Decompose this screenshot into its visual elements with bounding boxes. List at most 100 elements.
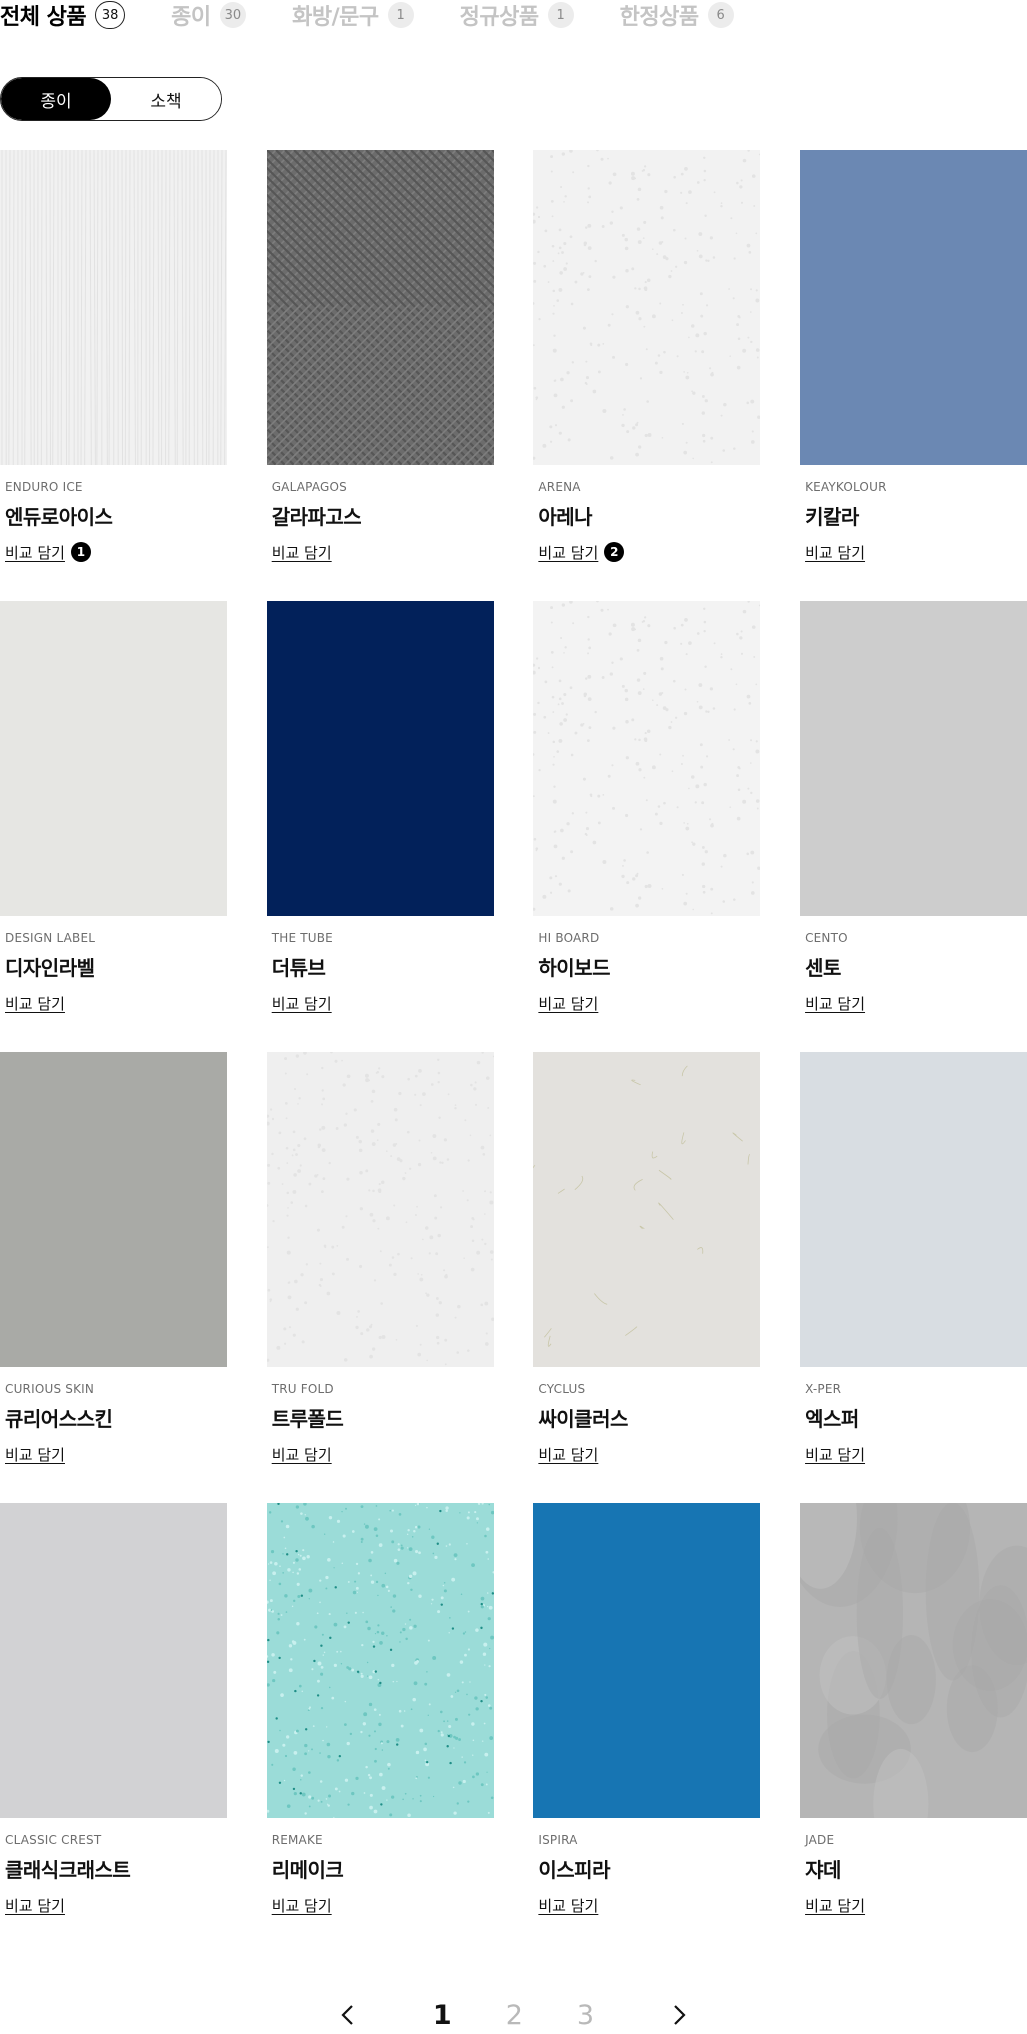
- add-to-compare-link[interactable]: 비교 담기: [5, 993, 65, 1014]
- product-card[interactable]: ARENA 아레나비교 담기 2: [533, 150, 761, 601]
- compare-row: 비교 담기: [0, 992, 227, 1014]
- product-swatch-image[interactable]: [0, 1052, 227, 1367]
- compare-row: 비교 담기: [533, 1443, 760, 1465]
- toggle-booklet-button[interactable]: 소책: [111, 78, 221, 120]
- product-card[interactable]: TRU FOLD 트루폴드 비교 담기: [266, 1052, 494, 1503]
- pagination: 1 2 3: [0, 1995, 1027, 2034]
- add-to-compare-link[interactable]: 비교 담기: [538, 993, 598, 1014]
- compare-row: 비교 담기: [267, 992, 494, 1014]
- product-card[interactable]: CURIOUS SKIN 큐리어스스킨비교 담기: [0, 1052, 227, 1503]
- product-name-ko[interactable]: 큐리어스스킨: [0, 1403, 227, 1431]
- toggle-paper-button[interactable]: 종이: [1, 78, 111, 120]
- add-to-compare-link[interactable]: 비교 담기: [5, 1444, 65, 1465]
- product-card[interactable]: GALAPAGOS 갈라파고스비교 담기: [266, 150, 494, 601]
- add-to-compare-link[interactable]: 비교 담기: [272, 542, 332, 563]
- page-number-3[interactable]: 3: [577, 2000, 594, 2031]
- product-name-en: JADE: [805, 1833, 835, 1847]
- tab-limited-products[interactable]: 한정상품 6: [620, 0, 734, 31]
- product-swatch-image[interactable]: [800, 601, 1027, 916]
- product-name-ko[interactable]: 갈라파고스: [267, 501, 494, 529]
- tab-all-products[interactable]: 전체 상품 38: [0, 0, 126, 31]
- product-name-en: CURIOUS SKIN: [5, 1382, 95, 1396]
- add-to-compare-link[interactable]: 비교 담기: [272, 993, 332, 1014]
- product-name-ko[interactable]: 클래식크래스트: [0, 1854, 227, 1882]
- product-name-ko[interactable]: 트루폴드: [267, 1403, 494, 1431]
- add-to-compare-link[interactable]: 비교 담기: [805, 1444, 865, 1465]
- tab-art-stationery[interactable]: 화방/문구 1: [292, 0, 414, 31]
- tab-regular-products[interactable]: 정규상품 1: [460, 0, 574, 31]
- product-card[interactable]: JADE 쟈데비교 담기: [800, 1503, 1027, 1954]
- product-swatch-image[interactable]: [266, 601, 494, 916]
- add-to-compare-link[interactable]: 비교 담기: [538, 1895, 598, 1916]
- product-name-ko[interactable]: 싸이클러스: [533, 1403, 760, 1431]
- product-card[interactable]: DESIGN LABEL 디자인라벨 비교 담기: [0, 601, 227, 1052]
- product-card[interactable]: ISPIRA 이스피라 비교 담기: [533, 1503, 761, 1954]
- product-swatch-image[interactable]: [533, 601, 761, 916]
- product-name-en: REMAKE: [271, 1833, 323, 1847]
- product-name-ko[interactable]: 이스피라: [533, 1854, 760, 1882]
- add-to-compare-link[interactable]: 비교 담기: [805, 542, 865, 563]
- product-swatch-image[interactable]: [800, 1052, 1027, 1367]
- product-swatch-image[interactable]: [533, 150, 761, 465]
- page-number-2[interactable]: 2: [506, 2000, 523, 2031]
- product-swatch-image[interactable]: [266, 150, 494, 465]
- tab-paper[interactable]: 종이 30: [171, 0, 247, 31]
- product-card[interactable]: KEAYKOLOUR 키칼라 비교 담기: [800, 150, 1027, 601]
- product-name-ko[interactable]: 아레나: [533, 501, 760, 529]
- product-card[interactable]: CENTO 센토 비교 담기: [800, 601, 1027, 1052]
- product-card[interactable]: X-PER 엑스퍼비교 담기: [800, 1052, 1027, 1503]
- compare-row: 비교 담기: [800, 541, 1027, 563]
- category-tabs: 전체 상품 38 종이 30 화방/문구 1 정규상품 1 한정상품 6: [0, 0, 734, 30]
- add-to-compare-link[interactable]: 비교 담기: [805, 1895, 865, 1916]
- add-to-compare-link[interactable]: 비교 담기: [805, 993, 865, 1014]
- product-card[interactable]: THE TUBE 더튜브비교 담기: [266, 601, 494, 1052]
- product-card[interactable]: ENDURO ICE 엔듀로아이스비교 담기 1: [0, 150, 227, 601]
- product-name-en: ARENA: [538, 480, 581, 494]
- product-card[interactable]: CYCLUS 싸이클러스 비교 담기: [533, 1052, 761, 1503]
- product-swatch-image[interactable]: [0, 1503, 227, 1818]
- add-to-compare-link[interactable]: 비교 담기: [5, 1895, 65, 1916]
- product-name-ko[interactable]: 엑스퍼: [800, 1403, 1027, 1431]
- product-name-ko[interactable]: 디자인라벨: [0, 952, 227, 980]
- product-swatch-image[interactable]: [266, 1052, 494, 1367]
- chevron-right-icon[interactable]: [667, 2003, 691, 2027]
- product-name-ko[interactable]: 하이보드: [533, 952, 760, 980]
- product-name-ko[interactable]: 엔듀로아이스: [0, 501, 227, 529]
- compare-order-badge: 1: [70, 542, 91, 562]
- add-to-compare-link[interactable]: 비교 담기: [272, 1444, 332, 1465]
- compare-row: 비교 담기: [267, 541, 494, 563]
- product-card[interactable]: CLASSIC CREST 클래식크래스트 비교 담기: [0, 1503, 227, 1954]
- product-swatch-image[interactable]: [0, 150, 227, 465]
- add-to-compare-link[interactable]: 비교 담기: [5, 542, 65, 563]
- product-card[interactable]: HI BOARD 하이보드 비교 담기: [533, 601, 761, 1052]
- product-swatch-image[interactable]: [800, 1503, 1027, 1818]
- compare-row: 비교 담기: [0, 1443, 227, 1465]
- tab-label: 화방/문구: [292, 5, 379, 30]
- product-name-ko[interactable]: 리메이크: [267, 1854, 494, 1882]
- add-to-compare-link[interactable]: 비교 담기: [272, 1895, 332, 1916]
- tab-count-badge: 1: [547, 2, 574, 28]
- product-name-en: X-PER: [805, 1382, 842, 1396]
- tab-label: 한정상품: [619, 5, 699, 30]
- tab-label: 정규상품: [459, 5, 539, 30]
- product-name-ko[interactable]: 쟈데: [800, 1854, 1027, 1882]
- add-to-compare-link[interactable]: 비교 담기: [538, 1444, 598, 1465]
- product-grid: ENDURO ICE 엔듀로아이스 비교 담기 1 GALAPAGOS 갈라파고스 비교 담…: [0, 150, 1027, 1954]
- product-name-ko[interactable]: 키칼라: [800, 501, 1027, 529]
- product-swatch-image[interactable]: [533, 1503, 761, 1818]
- add-to-compare-link[interactable]: 비교 담기: [538, 542, 598, 563]
- product-name-ko[interactable]: 더튜브: [267, 952, 494, 980]
- product-swatch-image[interactable]: [0, 601, 227, 916]
- compare-row: 비교 담기: [800, 1443, 1027, 1465]
- product-card[interactable]: REMAKE 리메이크비교 담기: [266, 1503, 494, 1954]
- chevron-left-icon[interactable]: [336, 2003, 360, 2027]
- product-swatch-image[interactable]: [266, 1503, 494, 1818]
- product-name-en: ENDURO ICE: [5, 480, 83, 494]
- product-swatch-image[interactable]: [533, 1052, 761, 1367]
- product-name-ko[interactable]: 센토: [800, 952, 1027, 980]
- compare-order-badge: 2: [604, 542, 625, 562]
- product-name-en: THE TUBE: [271, 931, 333, 945]
- product-swatch-image[interactable]: [800, 150, 1027, 465]
- page-number-1[interactable]: 1: [433, 2000, 452, 2031]
- product-name-en: GALAPAGOS: [271, 480, 347, 494]
